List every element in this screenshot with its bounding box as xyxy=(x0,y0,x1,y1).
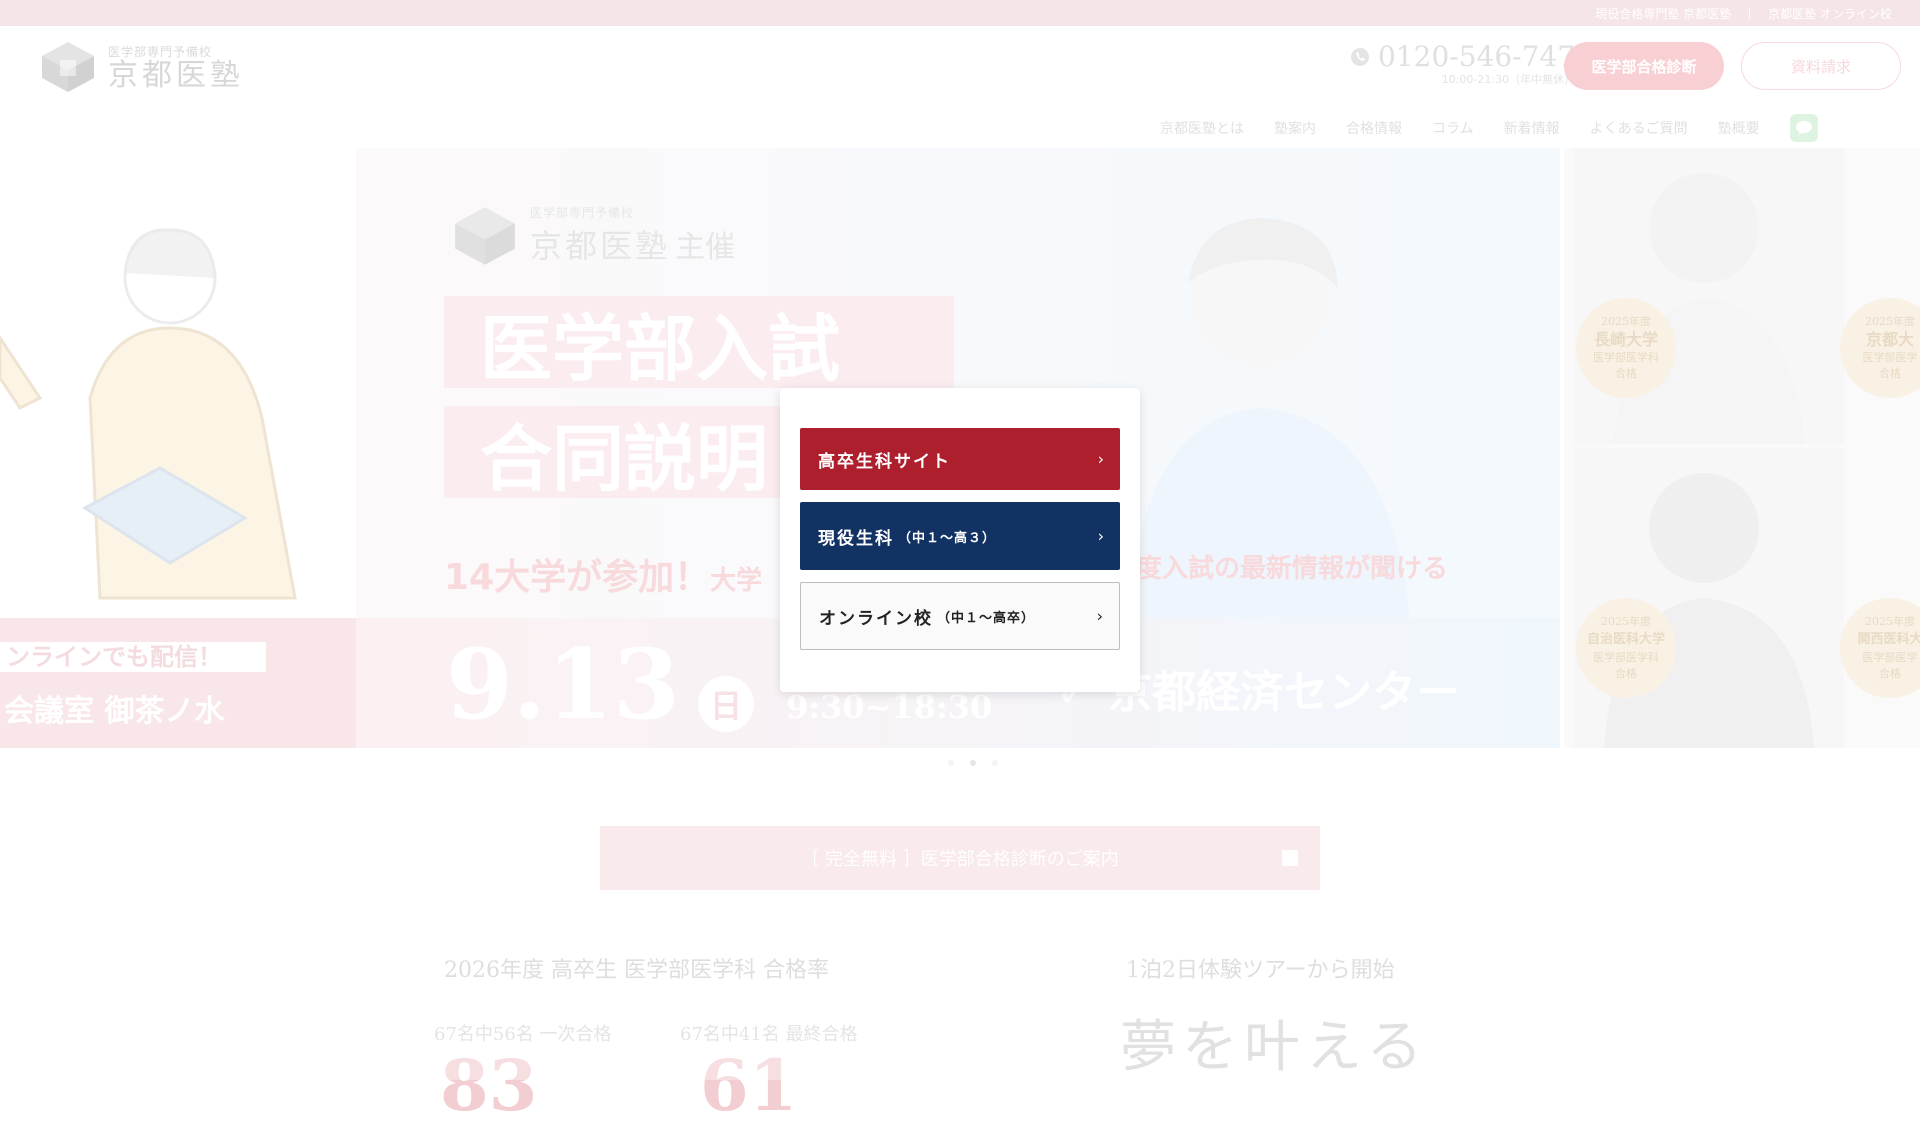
chevron-right-icon: › xyxy=(1097,526,1106,546)
current-student-course-range: （中１〜高３） xyxy=(898,530,997,546)
site-select-modal: 高卒生科サイト › 現役生科 （中１〜高３） › オンライン校 （中１〜高卒） … xyxy=(780,388,1140,692)
chevron-right-icon: › xyxy=(1096,606,1105,626)
graduate-course-button[interactable]: 高卒生科サイト › xyxy=(800,428,1120,490)
current-student-course-label: 現役生科 xyxy=(818,528,894,549)
online-school-button[interactable]: オンライン校 （中１〜高卒） › xyxy=(800,582,1120,650)
online-school-label: オンライン校 xyxy=(819,608,933,629)
graduate-course-label: 高卒生科サイト xyxy=(818,451,951,472)
chevron-right-icon: › xyxy=(1097,449,1106,469)
online-school-range: （中１〜高卒） xyxy=(937,610,1036,626)
current-student-course-button[interactable]: 現役生科 （中１〜高３） › xyxy=(800,502,1120,570)
